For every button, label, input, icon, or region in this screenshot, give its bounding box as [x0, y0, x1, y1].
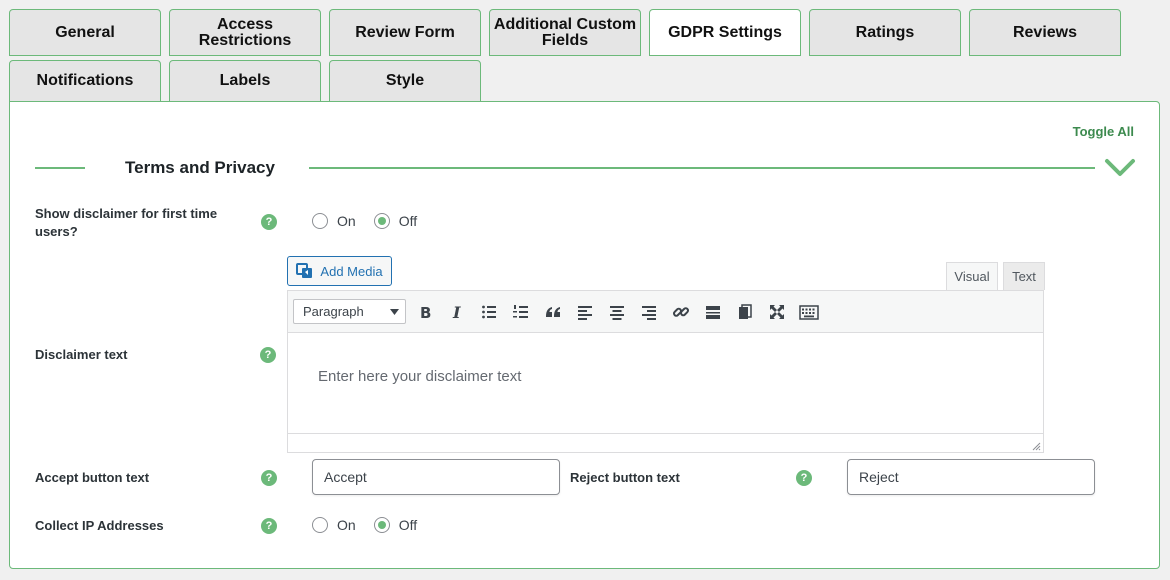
svg-text:B: B — [420, 304, 431, 320]
align-center-icon[interactable] — [605, 300, 629, 324]
add-media-button[interactable]: Add Media — [287, 256, 392, 286]
show-disclaimer-on-radio[interactable] — [312, 213, 328, 229]
svg-text:I: I — [452, 304, 461, 320]
section-divider-right — [309, 167, 1095, 169]
help-icon[interactable]: ? — [261, 214, 277, 230]
bullet-list-icon[interactable] — [477, 300, 501, 324]
help-icon[interactable]: ? — [261, 518, 277, 534]
help-icon-glyph: ? — [265, 520, 273, 532]
settings-panel: Toggle All Terms and Privacy Show discla… — [9, 101, 1160, 569]
help-icon[interactable]: ? — [796, 470, 812, 486]
tab-reviews-label: Reviews — [1012, 23, 1078, 41]
show-disclaimer-on-label: On — [337, 213, 356, 229]
reject-button-text-input[interactable] — [847, 459, 1095, 495]
format-select-value: Paragraph — [303, 304, 364, 319]
editor-tab-text[interactable]: Text — [1003, 262, 1045, 290]
tab-general[interactable]: General — [9, 9, 161, 56]
editor-tab-visual[interactable]: Visual — [946, 262, 998, 290]
help-icon[interactable]: ? — [261, 470, 277, 486]
editor-content-area[interactable]: Enter here your disclaimer text — [288, 333, 1043, 433]
bold-icon[interactable]: B — [413, 300, 437, 324]
italic-icon[interactable]: I — [445, 300, 469, 324]
align-right-icon[interactable] — [637, 300, 661, 324]
collect-ip-off-label: Off — [398, 517, 418, 533]
tab-general-label: General — [55, 23, 115, 41]
add-media-icon — [296, 262, 314, 280]
disclaimer-editor: Paragraph B I Enter here your disclaimer… — [287, 290, 1044, 453]
blockquote-icon[interactable] — [541, 300, 565, 324]
show-disclaimer-label: Show disclaimer for first time users? — [35, 206, 218, 239]
accept-button-text-label: Accept button text — [35, 470, 150, 485]
tab-ratings-label: Ratings — [855, 23, 915, 41]
read-more-icon[interactable] — [701, 300, 725, 324]
collect-ip-on-radio[interactable] — [312, 517, 328, 533]
tab-review-form[interactable]: Review Form — [329, 9, 481, 56]
show-disclaimer-off-radio[interactable] — [373, 213, 390, 229]
show-disclaimer-radio-group: On Off — [312, 213, 435, 229]
section-divider-left — [35, 167, 85, 169]
chevron-down-icon[interactable] — [1104, 157, 1136, 184]
help-icon-glyph: ? — [264, 349, 272, 361]
help-icon-glyph: ? — [265, 216, 273, 228]
help-icon-glyph: ? — [800, 472, 808, 484]
align-left-icon[interactable] — [573, 300, 597, 324]
tab-style-label: Style — [385, 72, 425, 89]
section-title: Terms and Privacy — [125, 158, 275, 177]
tab-additional-custom-fields-label: Additional Custom Fields — [493, 15, 637, 49]
disclaimer-text-label: Disclaimer text — [35, 347, 128, 362]
format-select[interactable]: Paragraph — [293, 299, 406, 324]
tab-labels-label: Labels — [219, 72, 271, 89]
tab-access-restrictions[interactable]: Access Restrictions — [169, 9, 321, 56]
tab-notifications[interactable]: Notifications — [9, 60, 161, 102]
editor-toolbar: Paragraph B I — [288, 291, 1043, 333]
tab-access-restrictions-label: Access Restrictions — [198, 15, 292, 49]
tab-reviews[interactable]: Reviews — [969, 9, 1121, 56]
tab-style[interactable]: Style — [329, 60, 481, 102]
reject-button-text-label: Reject button text — [570, 470, 680, 485]
help-icon[interactable]: ? — [260, 347, 276, 363]
keyboard-icon[interactable] — [797, 300, 821, 324]
disclaimer-placeholder: Enter here your disclaimer text — [318, 368, 522, 385]
fullscreen-icon[interactable] — [765, 300, 789, 324]
collect-ip-radio-group: On Off — [312, 517, 435, 533]
accept-button-text-input[interactable] — [312, 459, 560, 495]
tab-gdpr-settings[interactable]: GDPR Settings — [649, 9, 801, 56]
chevron-down-icon — [390, 309, 399, 315]
tab-review-form-label: Review Form — [355, 23, 455, 41]
tab-labels[interactable]: Labels — [169, 60, 321, 102]
help-icon-glyph: ? — [265, 472, 273, 484]
numbered-list-icon[interactable] — [509, 300, 533, 324]
show-disclaimer-off-label: Off — [398, 213, 418, 229]
link-icon[interactable] — [669, 300, 693, 324]
editor-statusbar — [288, 433, 1043, 453]
resize-handle-icon[interactable] — [1031, 441, 1041, 451]
toggle-all-link[interactable]: Toggle All — [1073, 124, 1134, 139]
tab-gdpr-settings-label: GDPR Settings — [668, 23, 782, 41]
tab-additional-custom-fields[interactable]: Additional Custom Fields — [489, 9, 641, 56]
tab-notifications-label: Notifications — [36, 72, 134, 89]
paste-icon[interactable] — [733, 300, 757, 324]
tab-ratings[interactable]: Ratings — [809, 9, 961, 56]
collect-ip-off-radio[interactable] — [373, 517, 390, 533]
collect-ip-label: Collect IP Addresses — [35, 518, 164, 533]
add-media-label: Add Media — [320, 263, 383, 279]
collect-ip-on-label: On — [337, 517, 356, 533]
